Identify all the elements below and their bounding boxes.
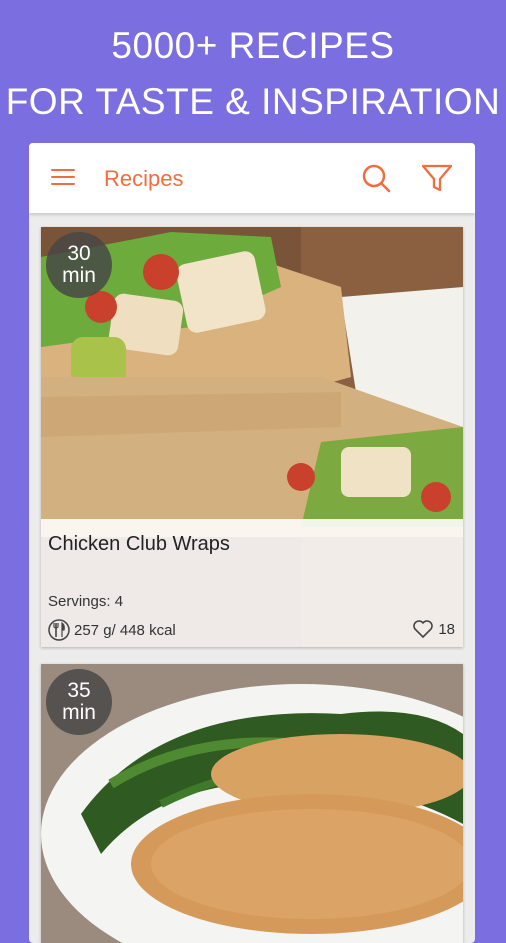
app-bar: Recipes [29, 143, 475, 213]
filter-icon[interactable] [421, 163, 453, 193]
like-count: 18 [438, 620, 455, 638]
recipe-nutrition: 257 g/ 448 kcal [48, 619, 176, 641]
cook-time-unit: min [62, 701, 96, 724]
menu-icon[interactable] [51, 169, 75, 187]
page-title: Recipes [104, 166, 184, 191]
like-button[interactable]: 18 [412, 619, 455, 639]
nutrition-text: 257 g/ 448 kcal [74, 621, 176, 639]
cook-time-value: 30 [67, 242, 91, 265]
heart-icon [413, 620, 434, 638]
cook-time-unit: min [62, 264, 96, 287]
promo-line-1: 5000+ RECIPES [111, 25, 395, 66]
promo-header: 5000+ RECIPES FOR TASTE & INSPIRATION [0, 18, 506, 130]
promo-line-2: FOR TASTE & INSPIRATION [5, 81, 501, 122]
nutrition-icon [48, 619, 70, 641]
cook-time-value: 35 [67, 679, 91, 702]
cook-time-badge: 35 min [46, 669, 112, 735]
cook-time-badge: 30 min [46, 232, 112, 298]
search-icon[interactable] [361, 163, 391, 193]
recipe-card[interactable]: 30 min Chicken Club Wraps Servings: 4 25… [41, 227, 463, 647]
recipe-card[interactable]: 35 min [41, 664, 463, 943]
recipe-servings: Servings: 4 [48, 593, 124, 610]
app-screen: Recipes 30 min Chicken Club Wraps Servin… [29, 143, 475, 943]
recipe-name: Chicken Club Wraps [48, 533, 230, 555]
recipe-info: Chicken Club Wraps Servings: 4 257 g/ 44… [41, 519, 463, 647]
